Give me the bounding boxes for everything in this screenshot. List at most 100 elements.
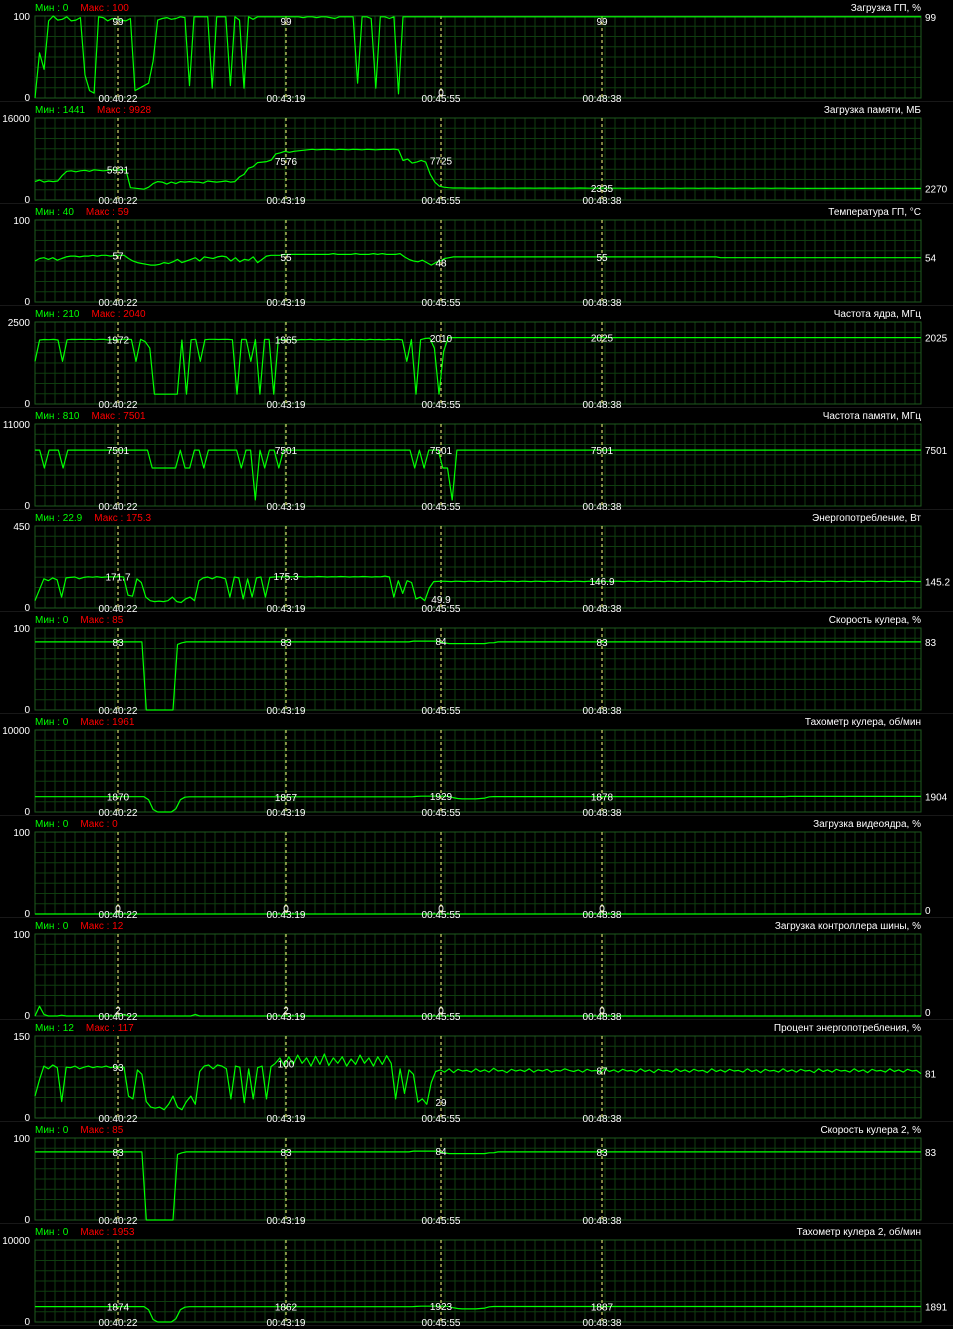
marker-value-label: 49.9 bbox=[431, 595, 451, 606]
marker-value-label: 84 bbox=[435, 1147, 447, 1158]
current-value: 1891 bbox=[925, 1302, 948, 1313]
y-axis-max-label: 100 bbox=[13, 930, 30, 941]
y-axis-max-label: 100 bbox=[13, 12, 30, 23]
y-axis-min-label: 0 bbox=[24, 1215, 30, 1226]
max-label: Макс : 175.3 bbox=[94, 513, 151, 524]
marker-value-label: 29 bbox=[435, 1098, 447, 1109]
marker-value-label: 83 bbox=[280, 1148, 292, 1159]
current-value: 2025 bbox=[925, 334, 948, 345]
graph-title: Процент энергопотребления, % bbox=[774, 1022, 921, 1034]
max-label: Макс : 2040 bbox=[91, 309, 146, 320]
marker-value-label: 1862 bbox=[275, 1303, 298, 1314]
y-axis-min-label: 0 bbox=[24, 807, 30, 818]
time-label: 00:40:22 bbox=[99, 1114, 138, 1125]
marker-value-label: 0 bbox=[599, 1006, 605, 1017]
time-label: 00:48:38 bbox=[583, 1216, 622, 1227]
time-label: 00:45:55 bbox=[422, 400, 461, 411]
y-axis-max-label: 150 bbox=[13, 1032, 30, 1043]
time-label: 00:40:22 bbox=[99, 1318, 138, 1329]
min-label: Мин : 22.9 bbox=[35, 513, 83, 524]
marker-value-label: 146.9 bbox=[589, 577, 614, 588]
y-axis-min-label: 0 bbox=[24, 195, 30, 206]
time-label: 00:43:19 bbox=[267, 604, 306, 615]
time-label: 00:45:55 bbox=[422, 1318, 461, 1329]
marker-value-label: 1887 bbox=[591, 1303, 614, 1314]
time-label: 00:45:55 bbox=[422, 808, 461, 819]
graph-title: Загрузка контроллера шины, % bbox=[775, 921, 921, 932]
marker-value-label: 1965 bbox=[275, 336, 298, 347]
marker-value-label: 7501 bbox=[430, 446, 453, 457]
graph-title: Тахометр кулера 2, об/мин bbox=[797, 1226, 921, 1238]
max-label: Макс : 1961 bbox=[80, 717, 135, 728]
current-value: 83 bbox=[925, 638, 937, 649]
marker-value-label: 7501 bbox=[275, 446, 298, 457]
time-label: 00:43:19 bbox=[267, 1114, 306, 1125]
marker-value-label: 0 bbox=[115, 904, 121, 915]
y-axis-max-label: 16000 bbox=[2, 114, 30, 125]
min-label: Мин : 0 bbox=[35, 921, 69, 932]
marker-value-label: 175.3 bbox=[273, 572, 298, 583]
marker-value-label: 0 bbox=[438, 88, 444, 99]
min-label: Мин : 210 bbox=[35, 309, 80, 320]
time-label: 00:43:19 bbox=[267, 1216, 306, 1227]
graph-title: Загрузка видеоядра, % bbox=[813, 819, 921, 830]
time-label: 00:45:55 bbox=[422, 298, 461, 309]
max-label: Макс : 0 bbox=[80, 819, 118, 830]
time-label: 00:43:19 bbox=[267, 1318, 306, 1329]
graph-title: Тахометр кулера, об/мин bbox=[805, 716, 921, 728]
time-label: 00:40:22 bbox=[99, 298, 138, 309]
y-axis-max-label: 450 bbox=[13, 522, 30, 533]
time-label: 00:48:38 bbox=[583, 94, 622, 105]
max-label: Макс : 9928 bbox=[97, 105, 152, 116]
y-axis-min-label: 0 bbox=[24, 297, 30, 308]
time-label: 00:48:38 bbox=[583, 1318, 622, 1329]
min-label: Мин : 0 bbox=[35, 1125, 69, 1136]
time-label: 00:45:55 bbox=[422, 706, 461, 717]
graph-title: Скорость кулера 2, % bbox=[820, 1125, 921, 1136]
marker-value-label: 2335 bbox=[591, 184, 614, 195]
graph-title: Загрузка ГП, % bbox=[851, 3, 921, 14]
time-label: 00:43:19 bbox=[267, 808, 306, 819]
time-label: 00:40:22 bbox=[99, 808, 138, 819]
marker-value-label: 1870 bbox=[107, 793, 130, 804]
marker-value-label: 1878 bbox=[591, 793, 614, 804]
graph-title: Скорость кулера, % bbox=[829, 615, 921, 626]
marker-value-label: 1874 bbox=[107, 1303, 130, 1314]
hardware-monitor-graphs: Мин : 0 Макс : 100 Загрузка ГП, % 100 0 99 00:… bbox=[0, 0, 953, 1329]
time-label: 00:48:38 bbox=[583, 706, 622, 717]
time-label: 00:48:38 bbox=[583, 400, 622, 411]
current-value: 54 bbox=[925, 254, 937, 265]
y-axis-min-label: 0 bbox=[24, 501, 30, 512]
marker-value-label: 1857 bbox=[275, 793, 298, 804]
marker-value-label: 0 bbox=[438, 904, 444, 915]
marker-value-label: 7576 bbox=[275, 157, 298, 168]
marker-value-label: 83 bbox=[280, 638, 292, 649]
y-axis-max-label: 10000 bbox=[2, 726, 30, 737]
time-label: 00:40:22 bbox=[99, 604, 138, 615]
time-label: 00:43:19 bbox=[267, 94, 306, 105]
marker-value-label: 99 bbox=[596, 17, 608, 28]
current-value: 99 bbox=[925, 13, 937, 24]
marker-value-label: 48 bbox=[435, 259, 447, 270]
min-label: Мин : 12 bbox=[35, 1023, 74, 1034]
marker-value-label: 7725 bbox=[430, 156, 453, 167]
time-label: 00:45:55 bbox=[422, 196, 461, 207]
y-axis-min-label: 0 bbox=[24, 705, 30, 716]
y-axis-min-label: 0 bbox=[24, 1011, 30, 1022]
time-label: 00:48:38 bbox=[583, 1114, 622, 1125]
current-value: 7501 bbox=[925, 446, 948, 457]
current-value: 0 bbox=[925, 906, 931, 917]
marker-value-label: 83 bbox=[596, 1148, 608, 1159]
marker-value-label: 2025 bbox=[591, 334, 614, 345]
y-axis-max-label: 10000 bbox=[2, 1236, 30, 1247]
current-value: 0 bbox=[925, 1008, 931, 1019]
marker-value-label: 5931 bbox=[107, 166, 130, 177]
time-label: 00:48:38 bbox=[583, 604, 622, 615]
time-label: 00:43:19 bbox=[267, 400, 306, 411]
marker-value-label: 83 bbox=[112, 638, 124, 649]
marker-value-label: 55 bbox=[596, 253, 608, 264]
current-value: 2270 bbox=[925, 184, 948, 195]
max-label: Макс : 12 bbox=[80, 921, 123, 932]
marker-value-label: 84 bbox=[435, 637, 447, 648]
y-axis-min-label: 0 bbox=[24, 909, 30, 920]
